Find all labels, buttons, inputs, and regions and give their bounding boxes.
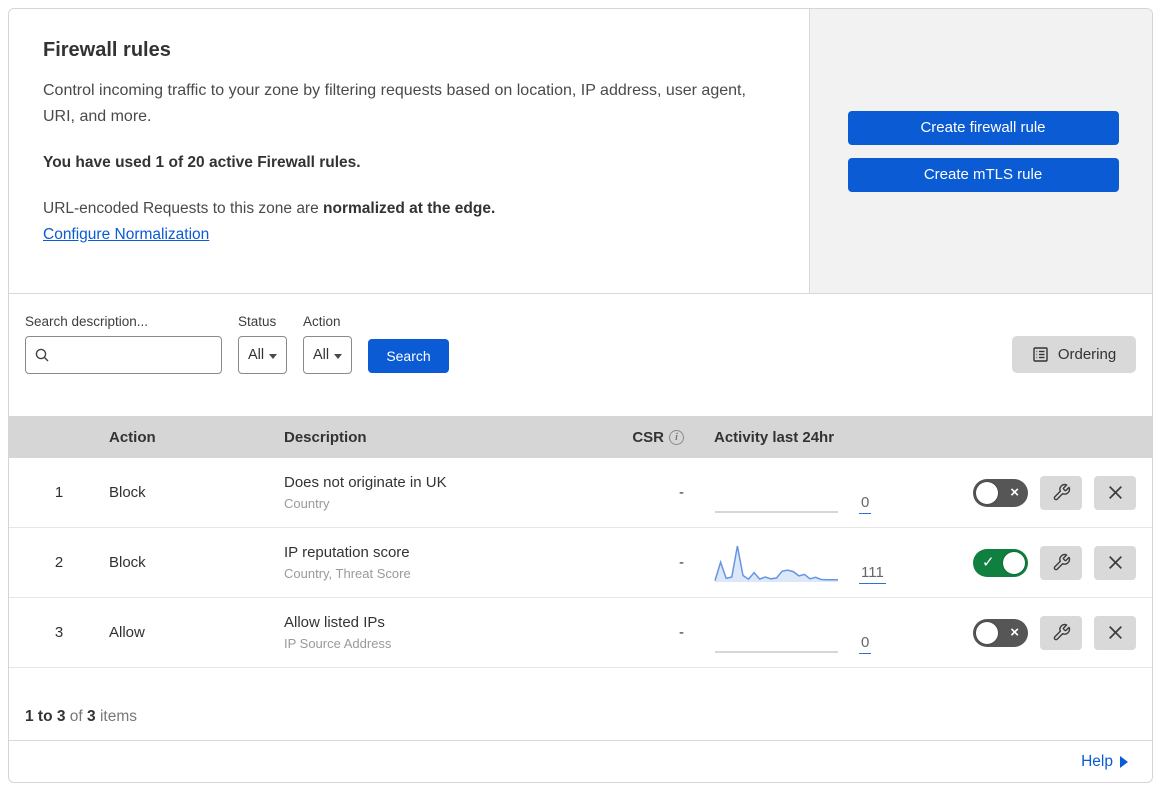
items-range: 1 to 3 xyxy=(25,708,66,725)
x-icon: × xyxy=(1010,623,1019,641)
toggle-knob xyxy=(976,621,998,644)
rule-priority: 1 xyxy=(54,484,64,501)
edit-rule-button[interactable] xyxy=(1040,545,1082,580)
wrench-icon xyxy=(1053,623,1070,641)
rule-fields: Country xyxy=(284,496,330,511)
normalization-bold-text: normalized at the edge. xyxy=(323,200,496,217)
wrench-icon xyxy=(1053,553,1070,571)
table-row: 3 Allow Allow listed IPs IP Source Addre… xyxy=(9,598,1152,668)
rule-enable-toggle[interactable]: ✓ × xyxy=(973,548,1028,577)
table-row: 2 Block IP reputation score Country, Thr… xyxy=(9,528,1152,598)
rule-csr-value: - xyxy=(679,554,684,571)
table-row: 1 Block Does not originate in UK Country… xyxy=(9,458,1152,528)
status-dropdown-value: All xyxy=(247,347,265,363)
actions-panel: Create firewall rule Create mTLS rule xyxy=(809,9,1152,293)
activity-sparkline xyxy=(714,545,838,582)
wrench-icon xyxy=(1053,483,1070,501)
status-label: Status xyxy=(238,314,277,329)
help-link[interactable]: Help xyxy=(1081,753,1128,771)
csr-column-header: CSR xyxy=(632,428,664,446)
table-header: Action Description CSR i Activity last 2… xyxy=(9,416,1152,458)
rule-action: Allow xyxy=(109,624,145,641)
pagination-summary: 1 to 3 of 3 items xyxy=(9,668,1152,741)
status-dropdown[interactable]: All xyxy=(238,336,287,374)
rule-fields: IP Source Address xyxy=(284,636,392,651)
normalization-note: URL-encoded Requests to this zone are no… xyxy=(43,200,769,218)
rule-description: Allow listed IPs xyxy=(284,614,385,631)
create-mtls-rule-button[interactable]: Create mTLS rule xyxy=(847,157,1119,192)
firewall-rules-panel: Firewall rules Control incoming traffic … xyxy=(8,8,1153,783)
search-button[interactable]: Search xyxy=(368,339,449,373)
rule-csr-value: - xyxy=(679,624,684,641)
search-input[interactable] xyxy=(56,347,206,363)
action-dropdown[interactable]: All xyxy=(303,336,352,374)
chevron-down-icon xyxy=(269,353,278,359)
delete-rule-button[interactable] xyxy=(1094,615,1136,650)
help-bar: Help xyxy=(9,741,1152,782)
ordering-list-icon xyxy=(1033,347,1048,362)
create-firewall-rule-button[interactable]: Create firewall rule xyxy=(847,110,1119,145)
x-icon: × xyxy=(1010,483,1019,501)
toggle-knob xyxy=(1003,551,1025,574)
close-icon xyxy=(1108,486,1122,499)
rule-action: Block xyxy=(109,554,146,571)
toggle-knob xyxy=(976,481,998,504)
rule-fields: Country, Threat Score xyxy=(284,566,411,581)
activity-count-link[interactable]: 111 xyxy=(859,564,886,584)
activity-column-header: Activity last 24hr xyxy=(714,428,835,446)
description-column-header: Description xyxy=(284,428,367,446)
activity-count-link[interactable]: 0 xyxy=(859,494,872,514)
of-label: of xyxy=(65,708,88,725)
rule-enable-toggle[interactable]: ✓ × xyxy=(973,618,1028,647)
filter-bar: Search description... Status All Action … xyxy=(9,294,1152,416)
action-column-header: Action xyxy=(109,428,156,446)
edit-rule-button[interactable] xyxy=(1040,475,1082,510)
check-icon: ✓ xyxy=(982,553,995,571)
edit-rule-button[interactable] xyxy=(1040,615,1082,650)
activity-count-link[interactable]: 0 xyxy=(859,634,872,654)
close-icon xyxy=(1108,626,1122,639)
configure-normalization-link[interactable]: Configure Normalization xyxy=(43,226,209,243)
help-link-label: Help xyxy=(1081,752,1113,770)
delete-rule-button[interactable] xyxy=(1094,545,1136,580)
page-description: Control incoming traffic to your zone by… xyxy=(43,82,746,125)
items-total: 3 xyxy=(87,708,96,725)
ordering-button[interactable]: Ordering xyxy=(1012,336,1136,373)
search-box[interactable] xyxy=(25,336,222,374)
delete-rule-button[interactable] xyxy=(1094,475,1136,510)
activity-sparkline xyxy=(715,650,838,653)
ordering-button-label: Ordering xyxy=(1057,346,1117,363)
rule-description: IP reputation score xyxy=(284,544,410,561)
activity-sparkline xyxy=(715,510,838,513)
search-icon xyxy=(35,348,49,362)
usage-summary: You have used 1 of 20 active Firewall ru… xyxy=(43,154,361,171)
rule-description: Does not originate in UK xyxy=(284,474,447,491)
rule-csr-value: - xyxy=(679,484,684,501)
close-icon xyxy=(1108,556,1122,569)
page-title: Firewall rules xyxy=(43,39,171,61)
header-section: Firewall rules Control incoming traffic … xyxy=(9,9,1152,294)
chevron-down-icon xyxy=(334,353,343,359)
normalization-text: URL-encoded Requests to this zone are xyxy=(43,200,324,217)
action-label: Action xyxy=(303,314,341,329)
rule-priority: 3 xyxy=(54,624,64,641)
header-text-block: Firewall rules Control incoming traffic … xyxy=(9,9,809,293)
rule-enable-toggle[interactable]: ✓ × xyxy=(973,478,1028,507)
search-label: Search description... xyxy=(25,314,149,329)
rule-action: Block xyxy=(109,484,146,501)
info-icon[interactable]: i xyxy=(669,429,684,445)
items-label: items xyxy=(95,708,137,725)
arrow-right-icon xyxy=(1120,755,1128,768)
action-dropdown-value: All xyxy=(312,347,330,363)
rule-priority: 2 xyxy=(54,554,64,571)
